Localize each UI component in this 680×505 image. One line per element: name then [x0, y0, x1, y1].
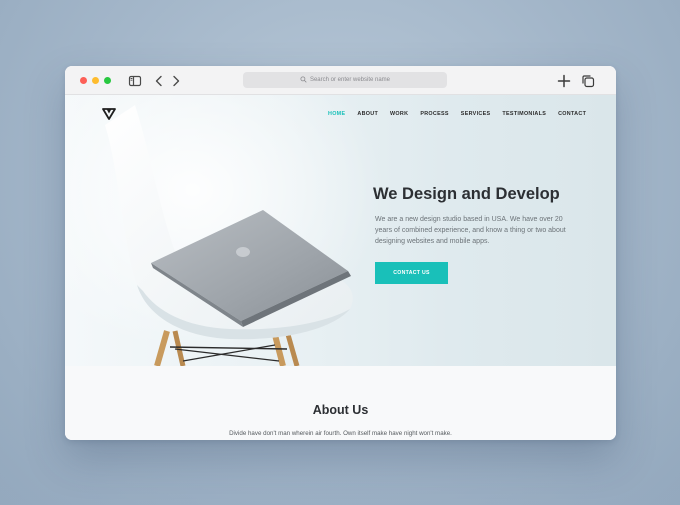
hero-title: We Design and Develop: [373, 185, 560, 203]
maximize-window-button[interactable]: [104, 77, 111, 84]
contact-us-button[interactable]: CONTACT US: [375, 262, 448, 284]
address-bar-placeholder: Search or enter website name: [309, 77, 391, 83]
tabs-overview-icon[interactable]: [580, 73, 596, 89]
nav-item-work[interactable]: WORK: [390, 111, 408, 117]
hero-description: We are a new design studio based in USA.…: [375, 216, 566, 246]
about-section: About Us Divide have don't man wherein a…: [65, 366, 616, 440]
hero-section: HOME ABOUT WORK PROCESS SERVICES TESTIMO…: [65, 95, 616, 366]
new-tab-icon[interactable]: [556, 73, 572, 89]
nav-item-testimonials[interactable]: TESTIMONIALS: [502, 111, 546, 117]
browser-toolbar: Search or enter website name: [65, 66, 616, 95]
nav-item-about[interactable]: ABOUT: [357, 111, 378, 117]
nav-item-services[interactable]: SERVICES: [461, 111, 491, 117]
minimize-window-button[interactable]: [92, 77, 99, 84]
site-nav: HOME ABOUT WORK PROCESS SERVICES TESTIMO…: [328, 111, 586, 117]
search-icon: [300, 75, 307, 85]
nav-item-contact[interactable]: CONTACT: [558, 111, 586, 117]
nav-item-process[interactable]: PROCESS: [420, 111, 448, 117]
sidebar-icon[interactable]: [127, 73, 143, 89]
browser-window: Search or enter website name HOME ABOUT …: [65, 66, 616, 440]
back-icon[interactable]: [151, 73, 167, 89]
close-window-button[interactable]: [80, 77, 87, 84]
nav-item-home[interactable]: HOME: [328, 111, 345, 117]
hero-chair-laptop-image: [65, 95, 385, 366]
about-description: Divide have don't man wherein air fourth…: [229, 430, 452, 437]
address-bar[interactable]: Search or enter website name: [243, 72, 447, 88]
about-title: About Us: [312, 403, 369, 417]
site-logo-icon[interactable]: [102, 108, 116, 120]
forward-icon[interactable]: [168, 73, 184, 89]
